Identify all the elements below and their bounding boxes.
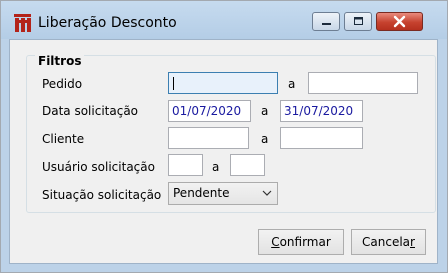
data-solicitacao-label: Data solicitação	[42, 104, 139, 118]
close-button[interactable]	[376, 12, 423, 31]
usuario-solicitacao-from-input[interactable]	[168, 154, 203, 176]
dialog-body: Filtros Pedido a Data solicitação 01/07/…	[9, 39, 438, 264]
usuario-solicitacao-label: Usuário solicitação	[42, 160, 155, 174]
filters-legend: Filtros	[35, 54, 85, 68]
dialog-window: Liberação Desconto Filtros Pedido a Data…	[0, 0, 448, 273]
pedido-to-input[interactable]	[308, 72, 418, 94]
pedido-range-separator: a	[288, 77, 296, 91]
chevron-down-icon	[262, 190, 272, 196]
usuario-range-separator: a	[212, 160, 220, 174]
maximize-button[interactable]	[344, 12, 372, 31]
situacao-selected-value: Pendente	[173, 186, 230, 200]
data-range-separator: a	[261, 104, 269, 118]
situacao-solicitacao-label: Situação solicitação	[42, 188, 162, 202]
usuario-solicitacao-to-input[interactable]	[230, 154, 265, 176]
app-logo-icon	[14, 14, 31, 32]
confirmar-button[interactable]: Confirmar	[258, 229, 344, 255]
pedido-from-input[interactable]	[168, 72, 278, 94]
cliente-label: Cliente	[42, 132, 85, 146]
minimize-icon	[322, 23, 331, 25]
cancelar-button[interactable]: Cancelar	[351, 229, 426, 255]
cliente-range-separator: a	[261, 132, 269, 146]
data-solicitacao-from-input[interactable]: 01/07/2020	[168, 100, 251, 122]
situacao-solicitacao-select[interactable]: Pendente	[168, 182, 278, 205]
text-caret	[173, 77, 174, 90]
maximize-icon	[354, 17, 363, 25]
data-solicitacao-to-input[interactable]: 31/07/2020	[280, 100, 363, 122]
title-bar[interactable]: Liberação Desconto	[1, 1, 447, 39]
pedido-label: Pedido	[42, 77, 83, 91]
minimize-button[interactable]	[312, 12, 340, 31]
cliente-from-input[interactable]	[168, 127, 249, 149]
window-title: Liberação Desconto	[38, 15, 177, 31]
cliente-to-input[interactable]	[280, 127, 363, 149]
close-icon	[393, 15, 406, 28]
